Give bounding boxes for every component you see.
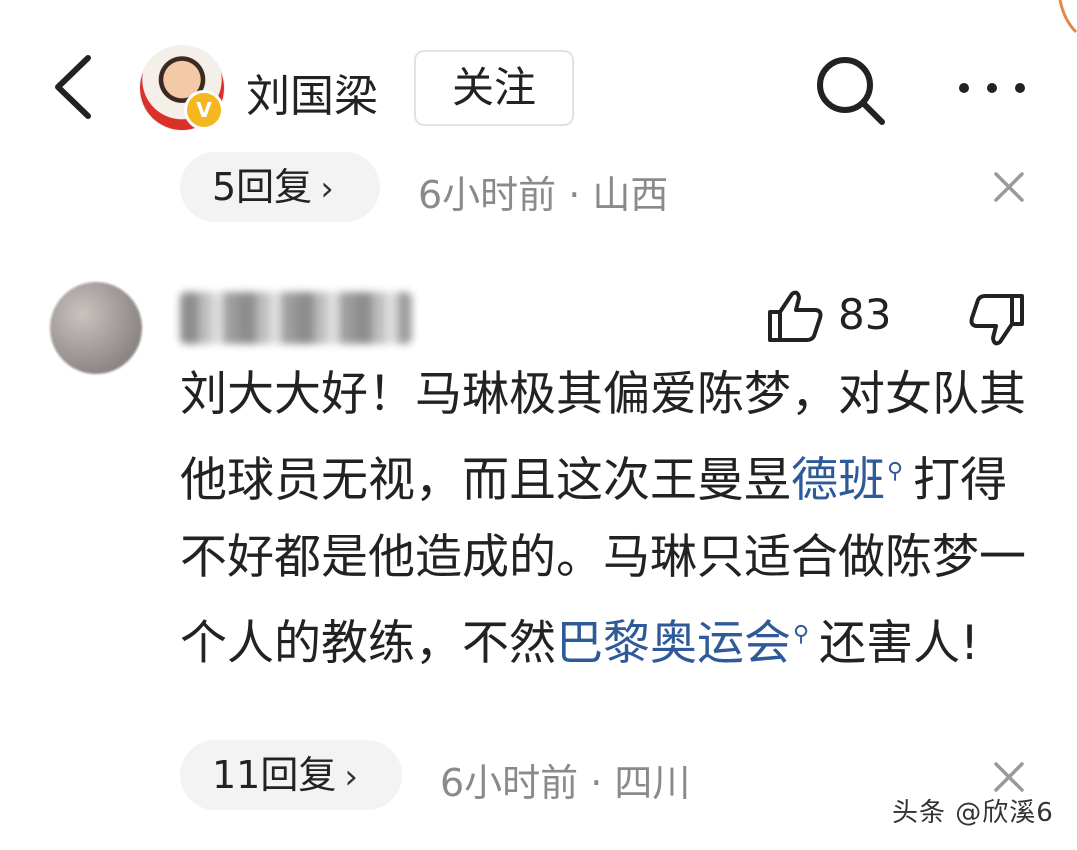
comment-text: 还害人! bbox=[819, 616, 979, 671]
search-small-icon: ⚲ bbox=[887, 459, 904, 484]
commenter-name-blurred[interactable] bbox=[180, 292, 412, 344]
back-arrow-icon[interactable] bbox=[48, 52, 108, 122]
topic-link-text: 巴黎奥运会 bbox=[556, 616, 791, 671]
thumbs-up-icon[interactable] bbox=[766, 288, 824, 344]
reply-count-label: 5回复 bbox=[212, 165, 313, 209]
thumbs-down-icon[interactable] bbox=[968, 292, 1026, 348]
reply-count-label: 11回复 bbox=[212, 753, 337, 797]
corner-decoration bbox=[1058, 0, 1077, 34]
comment-time-location: 6小时前 · 山西 bbox=[418, 173, 669, 217]
like-count: 83 bbox=[838, 290, 892, 339]
verified-badge: V bbox=[184, 90, 224, 130]
more-icon[interactable] bbox=[952, 66, 1032, 110]
reply-count-button[interactable]: 5回复 › bbox=[180, 152, 380, 222]
close-icon[interactable] bbox=[992, 170, 1026, 204]
watermark: 头条 @欣溪6 bbox=[892, 798, 1054, 828]
topic-link[interactable]: 巴黎奥运会⚲ bbox=[556, 616, 819, 671]
author-name[interactable]: 刘国梁 bbox=[246, 60, 378, 124]
topic-link-text: 德班 bbox=[791, 453, 885, 508]
close-icon[interactable] bbox=[992, 760, 1026, 794]
reply-count-button[interactable]: 11回复 › bbox=[180, 740, 402, 810]
chevron-right-icon: › bbox=[344, 757, 358, 797]
follow-button[interactable]: 关注 bbox=[414, 50, 574, 126]
search-small-icon: ⚲ bbox=[793, 622, 810, 647]
comment-time-location: 6小时前 · 四川 bbox=[440, 761, 691, 805]
commenter-avatar[interactable] bbox=[50, 282, 142, 374]
topic-link[interactable]: 德班⚲ bbox=[791, 453, 913, 508]
comment-body: 刘大大好！马琳极其偏爱陈梦，对女队其他球员无视，而且这次王曼昱德班⚲ 打得不好都是… bbox=[180, 356, 1040, 682]
chevron-right-icon: › bbox=[320, 169, 334, 209]
search-icon[interactable] bbox=[812, 52, 888, 128]
